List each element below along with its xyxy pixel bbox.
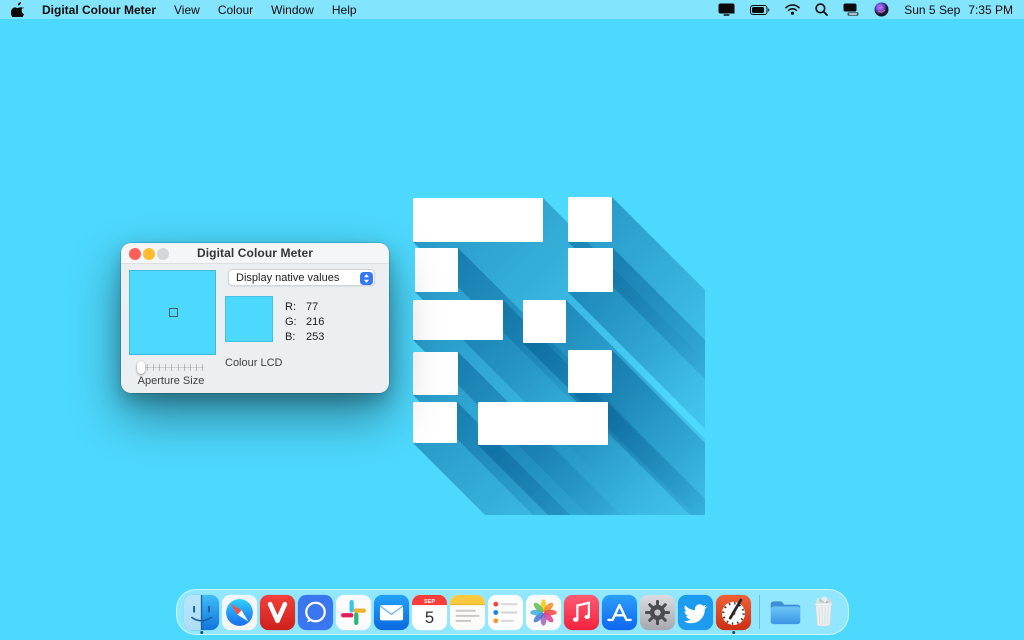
logo-block [413, 198, 543, 242]
rgb-values: R: 77 G: 216 B: 253 [285, 299, 324, 344]
digital-colour-meter-window: Digital Colour Meter Display native valu… [121, 243, 389, 393]
dock-trash-icon[interactable] [805, 589, 842, 635]
logo-block [523, 300, 566, 343]
dock-finder-icon[interactable] [183, 589, 220, 635]
aperture-size-label: Aperture Size [127, 375, 215, 387]
apple-menu-icon[interactable] [11, 0, 24, 19]
display-mode-dropdown[interactable]: Display native values [228, 269, 375, 286]
menu-bar: Digital Colour Meter View Colour Window Hel… [0, 0, 1024, 19]
rgb-value-b: 253 [306, 331, 324, 343]
dock-app-store-icon[interactable] [601, 589, 638, 635]
logo-block [413, 352, 458, 395]
dock-vivaldi-icon[interactable] [259, 589, 296, 635]
zoom-button [157, 248, 169, 260]
logo-block [568, 350, 612, 393]
dock-mail-icon[interactable] [373, 589, 410, 635]
slider-tick [159, 364, 160, 371]
menu-view[interactable]: View [174, 3, 200, 17]
rgb-label-r: R: [285, 301, 301, 313]
aperture-square [169, 308, 178, 317]
dock-folder-icon[interactable] [767, 589, 804, 635]
rgb-label-b: B: [285, 331, 301, 343]
logo-block [413, 300, 503, 340]
logo-block [568, 248, 613, 292]
slider-tick [190, 364, 191, 371]
slider-tick [153, 364, 154, 371]
minimize-button[interactable] [143, 248, 155, 260]
rgb-row-g: G: 216 [285, 314, 324, 329]
slider-tick [196, 364, 197, 371]
slider-tick [178, 364, 179, 371]
wallpaper-logo [413, 195, 705, 515]
rgb-label-g: G: [285, 316, 301, 328]
display-mirroring-icon[interactable] [718, 0, 735, 19]
chevron-up-down-icon [360, 272, 373, 285]
menu-help[interactable]: Help [332, 3, 357, 17]
menu-colour[interactable]: Colour [218, 3, 253, 17]
menu-window[interactable]: Window [271, 3, 314, 17]
slider-tick [202, 364, 203, 371]
wifi-icon[interactable] [785, 0, 800, 19]
dock-photos-icon[interactable] [525, 589, 562, 635]
dropdown-selected-value: Display native values [236, 272, 339, 284]
dock-reminders-icon[interactable] [487, 589, 524, 635]
logo-block [413, 402, 457, 443]
magnified-pixel-preview [129, 270, 216, 355]
logo-block [478, 402, 608, 445]
siri-icon[interactable] [874, 0, 889, 19]
dock-slack-icon[interactable] [335, 589, 372, 635]
dock-system-preferences-icon[interactable] [639, 589, 676, 635]
svg-text:SEP: SEP [424, 598, 435, 604]
active-app-name[interactable]: Digital Colour Meter [42, 3, 156, 17]
rgb-row-r: R: 77 [285, 299, 324, 314]
dock-safari-icon[interactable] [221, 589, 258, 635]
dock-digital-colour-meter-icon[interactable] [715, 589, 752, 635]
logo-block [415, 248, 458, 292]
close-button[interactable] [129, 248, 141, 260]
clock-date: Sun 5 Sep [904, 3, 960, 17]
logo-block [568, 197, 612, 242]
running-indicator [732, 631, 736, 635]
rgb-value-g: 216 [306, 316, 324, 328]
dock-separator [759, 595, 760, 629]
dock: SEP 5 [176, 589, 849, 635]
slider-thumb[interactable] [137, 361, 145, 374]
dock-calendar-icon[interactable]: SEP 5 [411, 589, 448, 635]
rgb-row-b: B: 253 [285, 329, 324, 344]
running-indicator [200, 631, 204, 635]
dock-music-icon[interactable] [563, 589, 600, 635]
menubar-clock[interactable]: Sun 5 Sep 7:35 PM [904, 3, 1013, 17]
slider-tick [165, 364, 166, 371]
dock-twitter-icon[interactable] [677, 589, 714, 635]
window-titlebar[interactable]: Digital Colour Meter [121, 243, 389, 264]
battery-icon[interactable] [750, 0, 770, 19]
svg-text:5: 5 [425, 608, 434, 627]
display-settings-icon[interactable] [843, 0, 859, 19]
dock-notes-icon[interactable] [449, 589, 486, 635]
rgb-value-r: 77 [306, 301, 318, 313]
slider-tick [184, 364, 185, 371]
dock-signal-icon[interactable] [297, 589, 334, 635]
display-name-label: Colour LCD [225, 357, 282, 369]
clock-time: 7:35 PM [968, 3, 1013, 17]
spotlight-icon[interactable] [815, 0, 828, 19]
measured-colour-swatch [225, 296, 273, 342]
aperture-size-slider[interactable] [137, 361, 203, 374]
slider-tick [147, 364, 148, 371]
slider-tick [171, 364, 172, 371]
